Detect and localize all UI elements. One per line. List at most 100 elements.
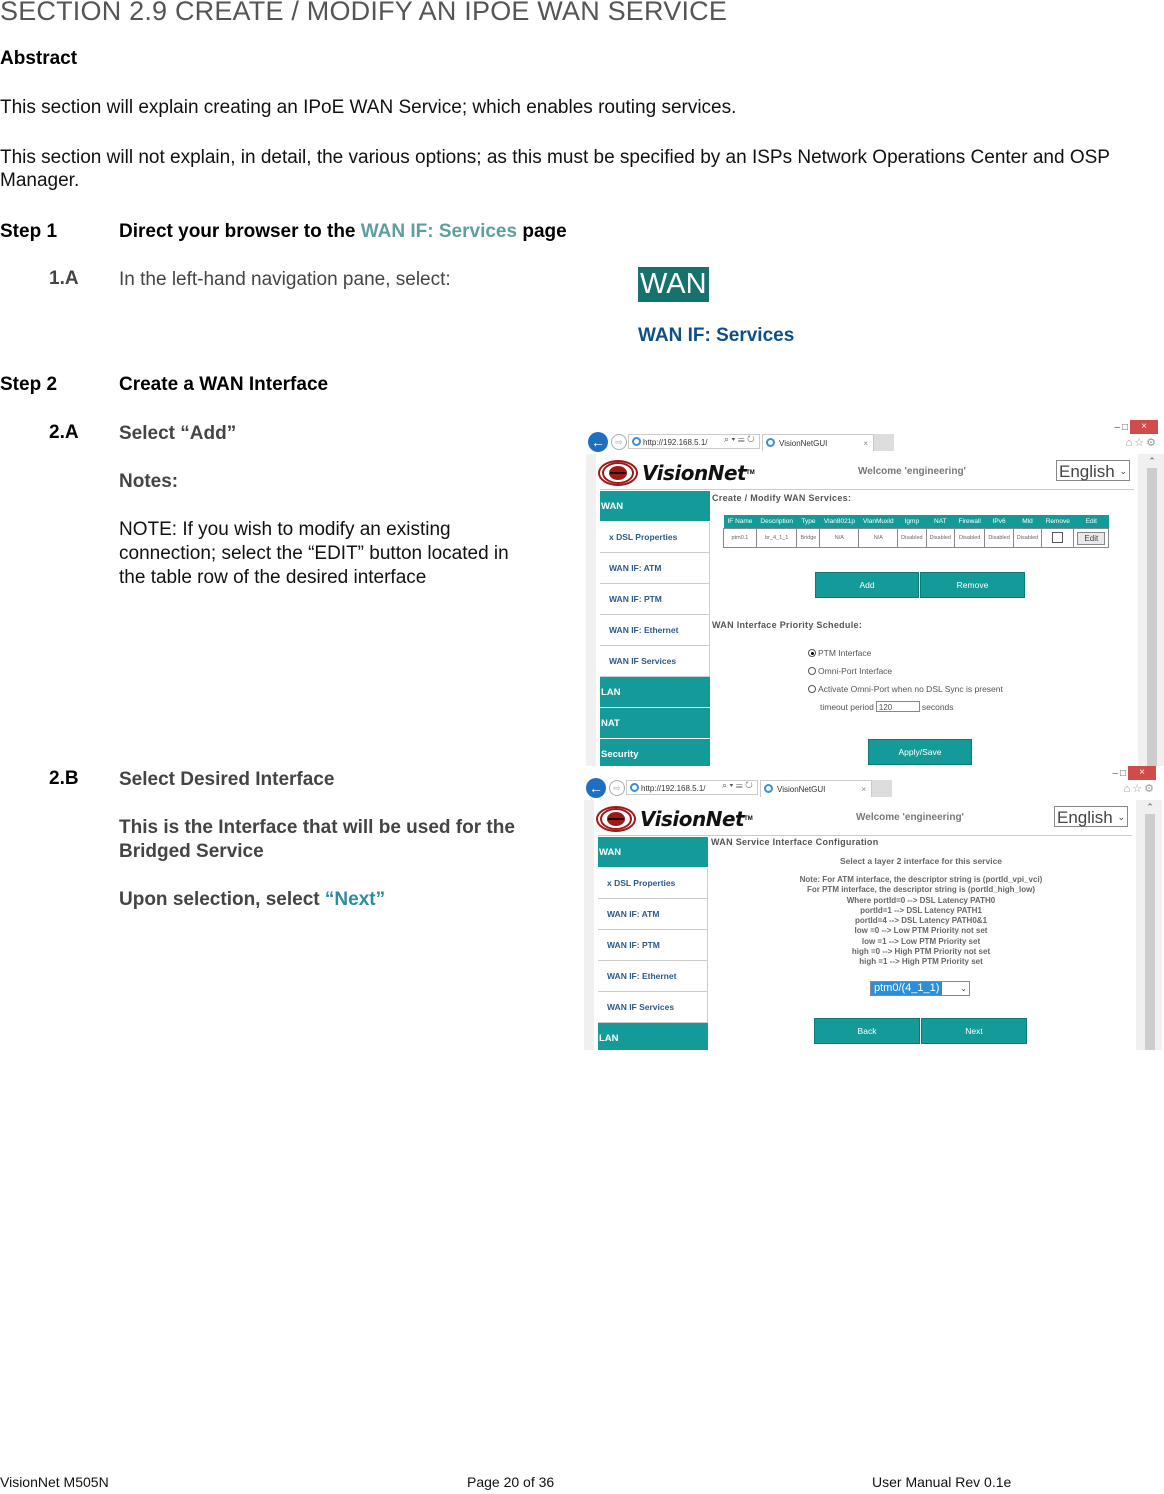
home-star-gear-icons[interactable]: ⌂☆⚙ [1126,436,1158,449]
add-button[interactable]: Add [815,572,919,598]
radio-option-omni-port-interface[interactable]: Omni-Port Interface [808,666,892,676]
sidebar-item-wan-if-ethernet[interactable]: WAN IF: Ethernet [598,961,708,992]
minimize-button[interactable]: – [1112,768,1118,779]
page-viewport: VisionNet TM Welcome 'engineering' Englis… [584,800,1162,1050]
welcome-text: Welcome 'engineering' [858,466,966,477]
sidebar-item-wan-if-atm[interactable]: WAN IF: ATM [600,553,710,584]
address-tools-icons[interactable]: ⌕ ▾ ☰ ↻ [722,780,753,791]
scroll-thumb[interactable] [1147,468,1157,766]
tab-title: VisionNetGUI [779,439,828,448]
edit-button[interactable]: Edit [1077,531,1106,545]
sidebar-item-wan-if-ptm[interactable]: WAN IF: PTM [598,930,708,961]
note-line: low =1 --> Low PTM Priority set [861,936,981,946]
visionnet-logo: VisionNet TM [598,458,755,488]
sidebar-item-security[interactable]: Security [600,739,710,766]
step-2-label: Step 2 [0,374,58,395]
cell-edit: Edit [1073,528,1110,548]
header-divider [600,489,1134,490]
radio-label: PTM Interface [818,648,872,658]
minimize-button[interactable]: – [1114,422,1120,433]
column-header-remove: Remove [1041,515,1074,529]
step-1-label: Step 1 [0,221,58,242]
browser-tab[interactable]: VisionNetGUI × [762,434,874,451]
sidebar-item-wan[interactable]: WAN [600,491,710,522]
sidebar-item-wan-if-services[interactable]: WAN IF Services [600,646,710,677]
cell-type: Bridge [796,528,821,548]
timeout-input[interactable]: 120 [875,701,920,712]
note-line: Where portId=0 --> DSL Latency PATH0 [846,895,996,905]
screenshot-interface-config: – □ × ← ⇨ http://192.168.5.1/ ⌕ ▾ ☰ ↻ Vi… [584,766,1162,1050]
maximize-button[interactable]: □ [1120,768,1126,779]
apply-save-button[interactable]: Apply/Save [868,739,972,765]
sidebar-item-wan-if-ptm[interactable]: WAN IF: PTM [600,584,710,615]
interface-select-value: ptm0/(4_1_1) [871,982,943,995]
cell-nat: Disabled [925,528,955,548]
back-arrow-icon[interactable]: ← [588,432,608,452]
radio-option-ptm-interface[interactable]: PTM Interface [808,648,871,658]
sub-2a-num: 2.A [49,422,79,443]
tab-close-icon[interactable]: × [861,781,866,798]
cell-vlanmuxid: N/A [858,528,899,548]
column-header-firewall: Firewall [954,515,985,529]
next-button[interactable]: Next [921,1018,1027,1044]
timeout-label: timeout period [820,701,874,712]
column-header-vlan8021p: Vlan8021p [819,515,859,529]
sub-2b-instr-prefix: Upon selection, select [119,889,325,910]
radio-unselected-icon[interactable] [808,667,816,675]
radio-unselected-icon[interactable] [808,685,816,693]
cell-ipv6: Disabled [984,528,1014,548]
sidebar-item-nat[interactable]: NAT [600,708,710,739]
cell-mld: Disabled [1012,528,1043,548]
step-2-heading: Step 2 Create a WAN Interface [0,374,328,396]
radio-label: Activate Omni-Port when no DSL Sync is p… [818,684,1003,694]
step-2-title: Create a WAN Interface [119,374,329,395]
sidebar-item-lan[interactable]: LAN [600,677,710,708]
remove-button[interactable]: Remove [920,572,1025,598]
sidebar-item-wan[interactable]: WAN [598,837,708,868]
sub-2b-title: Select Desired Interface [119,769,335,790]
logo-text: VisionNet [640,807,745,831]
new-tab-button[interactable] [874,434,894,451]
remove-checkbox[interactable] [1052,531,1064,543]
address-tools-icons[interactable]: ⌕ ▾ ☰ ↻ [724,434,755,445]
language-select[interactable]: English ⌄ [1056,460,1130,481]
interface-select[interactable]: ptm0/(4_1_1) ⌄ [870,981,970,996]
browser-tab[interactable]: VisionNetGUI × [760,780,872,797]
browser-chrome: – □ × ← ⇨ http://192.168.5.1/ ⌕ ▾ ☰ ↻ Vi… [584,766,1162,800]
back-button[interactable]: Back [814,1018,920,1044]
visionnet-logo: VisionNet TM [596,804,753,834]
home-star-gear-icons[interactable]: ⌂☆⚙ [1124,782,1156,795]
forward-arrow-icon[interactable]: ⇨ [609,780,625,796]
scroll-up-icon[interactable]: ⌃ [1144,802,1156,813]
sidebar-item-wan-if-atm[interactable]: WAN IF: ATM [598,899,708,930]
language-select[interactable]: English ⌄ [1054,806,1128,827]
scroll-thumb[interactable] [1145,814,1155,1050]
close-button[interactable]: × [1128,766,1156,780]
radio-option-activate-omni-port-when-no-dsl-sync-is-present[interactable]: Activate Omni-Port when no DSL Sync is p… [808,684,1003,694]
back-arrow-icon[interactable]: ← [586,778,606,798]
table-row: ptm0.1 br_4_1_1 Bridge N/A N/A Disabled Disabl… [723,528,1110,548]
cell-description: br_4_1_1 [755,528,798,548]
note-line: low =0 --> Low PTM Priority not set [854,926,988,936]
language-value: English [1059,462,1115,481]
scroll-up-icon[interactable]: ⌃ [1146,456,1158,467]
page-content: VisionNet TM Welcome 'engineering' Englis… [596,454,1138,766]
step-1-title-prefix: Direct your browser to the [119,221,361,242]
step-1-title-suffix: page [517,221,567,242]
sidebar-item-wan-if-services[interactable]: WAN IF Services [598,992,708,1023]
tab-close-icon[interactable]: × [863,435,868,452]
sidebar-item-lan[interactable]: LAN [598,1023,708,1050]
logo-mark-icon [596,806,636,832]
maximize-button[interactable]: □ [1122,422,1128,433]
radio-selected-icon[interactable] [808,649,816,657]
logo-mark-icon [598,460,638,486]
scrollbar[interactable]: ⌃ [1144,800,1156,1050]
close-button[interactable]: × [1130,420,1158,434]
ie-icon [766,438,775,447]
new-tab-button[interactable] [872,780,892,797]
sidebar-item-wan-if-ethernet[interactable]: WAN IF: Ethernet [600,615,710,646]
scrollbar[interactable]: ⌃ [1146,454,1158,766]
forward-arrow-icon[interactable]: ⇨ [611,434,627,450]
sidebar-item-x-dsl-properties[interactable]: x DSL Properties [600,522,710,553]
sidebar-item-x-dsl-properties[interactable]: x DSL Properties [598,868,708,899]
